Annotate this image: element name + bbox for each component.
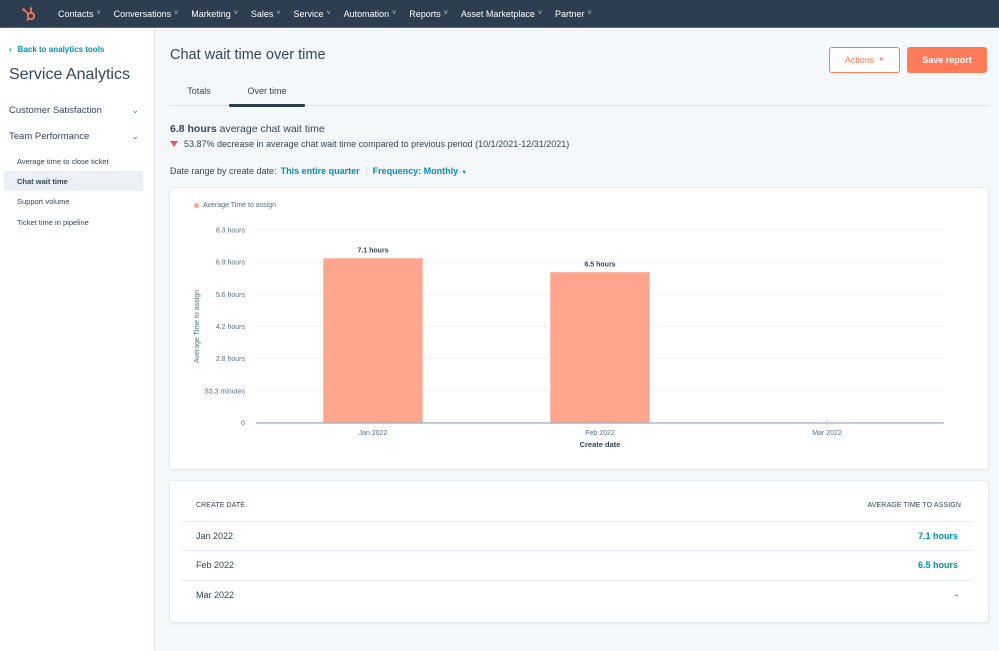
chevron-down-icon: ˅ [537,10,542,17]
chevron-down-icon: ˅ [96,10,101,17]
sidebar-item-ticket-time-in-pipeline[interactable]: Ticket time in pipeline [4,212,143,232]
nav-item-label: Automation [343,8,390,19]
bar-chart: 0 83.3 minutes 2.8 hours 4.2 hours 5.6 hours… [194,227,944,449]
cell-date: Mar 2022 [196,590,235,600]
nav-item-asset-marketplace[interactable]: Asset Marketplace ˅ [461,9,542,19]
tabs: Totals Over time [169,76,989,107]
sidebar-item-average-time-to-close-ticket[interactable]: Average time to close ticket [4,151,143,171]
cell-value[interactable]: 7.1 hours [918,531,958,541]
nav-item-partner[interactable]: Partner ˅ [555,9,592,19]
table-row: Feb 2022 6.5 hours [181,550,973,580]
y-tick-label: 8.3 hours [216,227,246,234]
nav-item-automation[interactable]: Automation ˅ [344,9,397,19]
sidebar-item-label: Ticket time in pipeline [17,217,89,227]
filters: Date range by create date: This entire q… [170,165,467,177]
date-range-filter[interactable]: This entire quarter [281,166,360,176]
chevron-down-icon: ˅ [233,10,238,17]
actions-button[interactable]: Actions ▼ [829,47,900,73]
sidebar-section-team-performance[interactable]: Team Performance ⌄ [9,131,139,142]
decrease-arrow-icon [170,141,178,147]
x-tick-label: Feb 2022 [585,430,615,437]
chevron-down-icon: ˅ [587,10,592,17]
nav-item-label: Sales [250,8,274,19]
summary-value: 6.8 hours [170,123,217,135]
y-tick-label: 4.2 hours [216,324,246,331]
date-range-label: Date range by create date: [170,166,277,176]
top-nav: Contacts ˅ Conversations ˅ Marketing ˅ Sales ˅ S… [0,0,999,28]
table-row: Mar 2022 - [181,580,973,610]
nav-item-label: Asset Marketplace [460,8,535,19]
nav-item-contacts[interactable]: Contacts ˅ [58,9,101,19]
nav-item-conversations[interactable]: Conversations ˅ [114,9,179,19]
page-title: Chat wait time over time [170,47,326,63]
caret-down-icon: ▼ [878,57,885,63]
sidebar-section-label: Customer Satisfaction [9,105,102,116]
chevron-down-icon: ˅ [174,10,179,17]
nav-item-marketing[interactable]: Marketing ˅ [191,9,238,19]
bar-data-label: 6.5 hours [584,261,615,268]
y-axis-title: Average Time to assign [194,290,201,363]
nav-item-sales[interactable]: Sales ˅ [251,9,281,19]
sidebar-section-customer-satisfaction[interactable]: Customer Satisfaction ⌄ [9,105,139,116]
nav-item-label: Partner [554,8,585,19]
nav-item-label: Conversations [113,8,172,19]
tab-over-time[interactable]: Over time [229,76,305,107]
change-text: 53.87% decrease in average chat wait tim… [184,139,570,149]
x-axis-title: Create date [580,440,621,449]
nav-item-label: Reports [409,8,441,19]
save-report-button[interactable]: Save report [907,47,987,73]
caret-down-icon: ▼ [461,170,468,176]
bar [550,272,650,424]
chevron-left-icon: ‹ [9,45,12,54]
sidebar-item-label: Chat wait time [17,176,68,186]
x-tick-label: Mar 2022 [812,430,842,437]
sidebar: ‹ Back to analytics tools Service Analyt… [0,29,155,651]
y-tick-label: 6.9 hours [216,260,246,267]
y-tick-label: 5.6 hours [216,292,246,299]
nav-item-label: Marketing [191,8,231,19]
sidebar-item-label: Average time to close ticket [17,156,109,166]
chevron-down-icon: ˅ [326,10,331,17]
table-row: Jan 2022 7.1 hours [181,521,973,551]
chevron-down-icon: ⌄ [131,105,139,115]
actions-label: Actions [844,55,875,65]
chevron-down-icon: ˅ [392,10,397,17]
sidebar-item-label: Support volume [17,196,70,206]
frequency-filter[interactable]: Frequency: Monthly ▼ [373,166,467,176]
cell-date: Feb 2022 [196,560,235,570]
column-header-create-date[interactable]: Create date [196,502,245,509]
nav-item-reports[interactable]: Reports ˅ [409,9,448,19]
column-header-average-time[interactable]: Average time to assign [868,502,962,509]
tab-totals[interactable]: Totals [169,76,229,106]
sidebar-item-chat-wait-time[interactable]: Chat wait time [4,171,143,191]
cell-value[interactable]: - [955,590,958,600]
x-tick-label: Jan 2022 [359,430,388,437]
nav-item-label: Contacts [58,8,94,19]
y-tick-label: 2.8 hours [216,356,246,363]
summary-label: average chat wait time [219,123,325,135]
bar [323,258,423,424]
back-to-analytics-link[interactable]: ‹ Back to analytics tools [9,45,104,54]
hubspot-logo-icon[interactable] [0,0,58,28]
back-link-label: Back to analytics tools [17,45,105,54]
cell-value[interactable]: 6.5 hours [918,560,958,570]
chevron-down-icon: ⌄ [131,131,139,141]
frequency-label: Frequency: Monthly [372,166,459,176]
cell-date: Jan 2022 [196,531,234,541]
sidebar-item-support-volume[interactable]: Support volume [4,191,143,211]
y-tick-label: 83.3 minutes [205,388,246,395]
filter-divider [365,165,367,177]
summary-metric: 6.8 hours average chat wait time [170,123,325,135]
y-tick-label: 0 [241,421,245,428]
chevron-down-icon: ˅ [443,10,448,17]
nav-item-label: Service [293,8,324,19]
sidebar-section-label: Team Performance [9,131,90,142]
chart-card: Average Time to assign 0 83.3 minutes 2.8 … [169,187,989,470]
chevron-down-icon: ˅ [276,10,281,17]
bar-data-label: 7.1 hours [357,247,388,254]
change-indicator: 53.87% decrease in average chat wait tim… [170,139,569,149]
sidebar-title: Service Analytics [9,66,130,83]
nav-item-service[interactable]: Service ˅ [293,9,330,19]
